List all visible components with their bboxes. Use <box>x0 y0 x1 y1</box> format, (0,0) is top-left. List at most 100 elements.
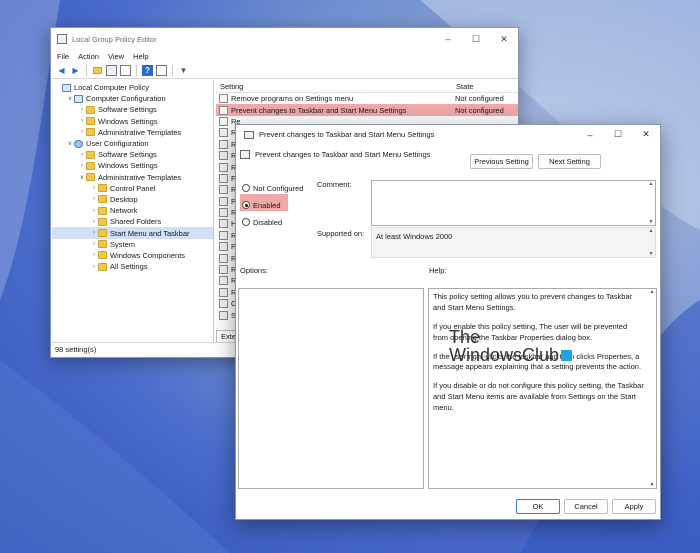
tree-item[interactable]: › Shared Folders <box>52 216 213 227</box>
minimize-button[interactable]: – <box>434 28 462 50</box>
tree-item[interactable]: › Software Settings <box>52 149 213 160</box>
close-button[interactable]: ✕ <box>490 28 518 50</box>
menu-help[interactable]: Help <box>133 52 148 61</box>
tree-item[interactable]: › Network <box>52 205 213 216</box>
tree-item-label: Administrative Templates <box>98 172 182 182</box>
chevron-right-icon[interactable]: › <box>78 118 86 124</box>
policy-setting-icon <box>219 94 228 104</box>
column-header-setting[interactable]: Setting <box>216 82 436 91</box>
folder-icon <box>98 240 107 249</box>
tree-item[interactable]: › Windows Settings <box>52 160 213 171</box>
policy-setting-icon <box>219 139 228 149</box>
radio-enabled-label: Enabled <box>253 200 281 210</box>
apply-button[interactable]: Apply <box>612 499 656 514</box>
folder-icon <box>86 128 95 137</box>
ok-button[interactable]: OK <box>516 499 560 514</box>
next-setting-button[interactable]: Next Setting <box>538 154 601 169</box>
dialog-maximize-button[interactable]: ☐ <box>604 125 632 144</box>
chevron-right-icon[interactable]: › <box>78 163 86 169</box>
supported-scrollbar[interactable]: ▲ ▼ <box>647 228 655 257</box>
policy-setting-icon <box>219 230 228 240</box>
menu-action[interactable]: Action <box>78 52 99 61</box>
menu-file[interactable]: File <box>57 52 69 61</box>
tree-item[interactable]: › Administrative Templates <box>52 127 213 138</box>
computer-icon <box>62 83 71 92</box>
tree-item[interactable]: › Desktop <box>52 194 213 205</box>
tree-item[interactable]: › Start Menu and Taskbar <box>52 227 213 239</box>
tree-item[interactable]: › Windows Settings <box>52 116 213 127</box>
up-folder-icon[interactable] <box>92 65 103 76</box>
maximize-button[interactable]: ☐ <box>462 28 490 50</box>
supported-on-field: At least Windows 2000 ▲ ▼ <box>371 227 656 258</box>
help-scrollbar[interactable]: ▲ ▼ <box>648 289 656 488</box>
chevron-right-icon[interactable]: › <box>78 107 86 113</box>
chevron-right-icon[interactable]: › <box>90 241 98 247</box>
chevron-right-icon[interactable]: › <box>78 129 86 135</box>
folder-icon <box>98 251 107 260</box>
chevron-right-icon[interactable]: › <box>90 264 98 270</box>
menu-view[interactable]: View <box>108 52 124 61</box>
comment-textarea[interactable]: ▲ ▼ <box>371 180 656 226</box>
show-hide-tree-icon[interactable] <box>106 65 117 76</box>
folder-icon <box>86 117 95 126</box>
chevron-right-icon[interactable]: › <box>90 196 98 202</box>
column-header-state[interactable]: State <box>436 82 474 91</box>
filter-icon[interactable]: ▼ <box>178 65 189 76</box>
chevron-right-icon[interactable]: › <box>90 230 98 236</box>
tree-item[interactable]: › Control Panel <box>52 183 213 194</box>
editor-titlebar[interactable]: Local Group Policy Editor – ☐ ✕ <box>51 28 518 50</box>
tree-item[interactable]: ∨ Computer Configuration <box>52 93 213 104</box>
forward-arrow-icon[interactable]: ▶ <box>70 65 81 76</box>
policy-setting-icon <box>219 299 228 309</box>
chevron-down-icon[interactable]: ∨ <box>66 140 74 147</box>
tree-item-label: Control Panel <box>110 183 156 193</box>
tree-item[interactable]: Local Computer Policy <box>52 82 213 93</box>
chevron-right-icon[interactable]: › <box>90 219 98 225</box>
cancel-button[interactable]: Cancel <box>564 499 608 514</box>
folder-icon <box>98 262 107 271</box>
tree-item[interactable]: › Windows Components <box>52 250 213 261</box>
chevron-right-icon[interactable]: › <box>90 252 98 258</box>
tree-item-label: Administrative Templates <box>98 127 182 137</box>
computer-icon <box>74 94 83 103</box>
chevron-right-icon[interactable]: › <box>90 208 98 214</box>
tree-item-label: Shared Folders <box>110 217 162 227</box>
folder-icon <box>98 217 107 226</box>
radio-disabled[interactable]: Disabled <box>242 216 282 228</box>
comment-scrollbar[interactable]: ▲ ▼ <box>647 181 655 225</box>
radio-not-configured-label: Not Configured <box>253 183 304 193</box>
tree-item[interactable]: ∨ User Configuration <box>52 138 213 149</box>
comment-label: Comment: <box>317 180 352 189</box>
radio-enabled[interactable]: Enabled <box>242 199 281 211</box>
dialog-minimize-button[interactable]: – <box>576 125 604 144</box>
dialog-heading: Prevent changes to Taskbar and Start Men… <box>240 150 430 159</box>
previous-setting-button[interactable]: Previous Setting <box>470 154 533 169</box>
chevron-down-icon[interactable]: ∨ <box>66 95 74 102</box>
policy-setting-icon <box>219 276 228 286</box>
radio-not-configured[interactable]: Not Configured <box>242 182 303 194</box>
policy-setting-icon <box>219 253 228 263</box>
table-row[interactable]: Remove programs on Settings menu Not conf… <box>216 93 518 104</box>
chevron-down-icon[interactable]: ∨ <box>78 174 86 181</box>
policy-setting-icon <box>219 196 228 206</box>
tree-item[interactable]: › System <box>52 239 213 250</box>
back-arrow-icon[interactable]: ◀ <box>56 65 67 76</box>
policy-setting-icon <box>219 219 228 229</box>
setting-state: Not configured <box>455 94 504 104</box>
chevron-right-icon[interactable]: › <box>90 185 98 191</box>
radio-disabled-dot <box>242 218 250 226</box>
help-paragraph: This policy setting allows you to preven… <box>433 292 633 312</box>
tree-item[interactable]: › All Settings <box>52 261 213 272</box>
help-icon[interactable]: ? <box>142 65 153 76</box>
dialog-close-button[interactable]: ✕ <box>632 125 660 144</box>
tree-item[interactable]: ∨ Administrative Templates <box>52 172 213 183</box>
tree-item-label: Network <box>110 206 138 216</box>
chevron-right-icon[interactable]: › <box>78 152 86 158</box>
tree-item[interactable]: › Software Settings <box>52 104 213 115</box>
table-row[interactable]: Prevent changes to Taskbar and Start Men… <box>216 104 518 116</box>
properties-icon[interactable] <box>156 65 167 76</box>
dialog-titlebar[interactable]: Prevent changes to Taskbar and Start Men… <box>236 125 660 144</box>
watermark-line2: WindowsClub <box>449 345 560 365</box>
options-label: Options: <box>240 266 268 275</box>
export-list-icon[interactable] <box>120 65 131 76</box>
